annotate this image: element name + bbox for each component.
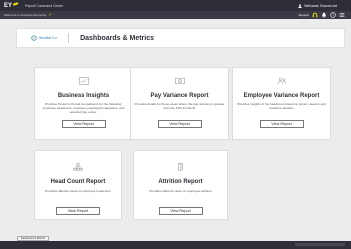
employee-variance-card: Employee Variance Report Provides insigh… xyxy=(232,67,331,140)
user-menu[interactable]: Welcome, Ecuvon cnt xyxy=(298,4,337,8)
user-icon xyxy=(298,3,302,8)
head-count-card: Head Count Report Provides different vie… xyxy=(34,150,122,220)
card-title: Employee Variance Report xyxy=(243,93,320,99)
card-title: Pay Variance Report xyxy=(150,93,209,99)
view-report-button[interactable]: View Report xyxy=(56,207,100,215)
card-description: Provides details for those areas where t… xyxy=(134,102,225,111)
exit-door-icon xyxy=(177,163,183,171)
business-insights-card: Business Insights Provides Period to Per… xyxy=(34,67,133,140)
view-report-button[interactable]: View Report xyxy=(259,120,304,128)
headset-icon[interactable] xyxy=(312,12,318,18)
card-description: Provides different views of employee hea… xyxy=(45,189,111,193)
card-description: Provides insights of the headcount based… xyxy=(237,102,326,111)
svg-text:?: ? xyxy=(332,13,334,17)
bell-icon[interactable] xyxy=(321,12,327,18)
app-title: Payroll Command Center xyxy=(25,3,64,8)
card-description: Provides Period to Period comparisons fo… xyxy=(42,102,125,115)
org-chart-icon xyxy=(73,163,83,171)
client-brand: Sundial Co. xyxy=(31,35,58,41)
status-tooltip: Dashboard & Metrics xyxy=(17,236,50,241)
card-title: Attrition Report xyxy=(158,179,203,185)
logo-text: EY xyxy=(4,2,13,9)
logo-accent xyxy=(12,1,19,6)
money-icon xyxy=(174,77,185,85)
brand-name: Sundial Co. xyxy=(39,36,58,40)
check-icon: ✓ xyxy=(48,12,53,17)
menu-icon[interactable] xyxy=(339,12,345,18)
top-bar: EY Payroll Command Center Welcome, Ecuvo… xyxy=(0,0,351,11)
view-report-button[interactable]: View Report xyxy=(61,120,106,128)
sub-title: Welcome to Analytics Reporting xyxy=(4,13,47,17)
card-description: Provides different views on employee att… xyxy=(149,189,212,193)
card-title: Business Insights xyxy=(57,93,110,99)
sub-bar: Welcome to Analytics Reporting ✓ Support… xyxy=(0,11,351,19)
ey-logo[interactable]: EY xyxy=(0,1,19,9)
header-divider xyxy=(67,33,69,43)
page-title: Dashboards & Metrics xyxy=(80,34,155,42)
user-name: Welcome, Ecuvon cnt xyxy=(304,3,337,8)
page-header: Sundial Co. Dashboards & Metrics xyxy=(16,28,345,48)
help-icon[interactable]: ? xyxy=(330,12,336,18)
attrition-card: Attrition Report Provides different view… xyxy=(133,150,228,220)
brand-logo-icon xyxy=(31,35,37,41)
pay-variance-card: Pay Variance Report Provides details for… xyxy=(130,67,229,140)
people-icon xyxy=(277,77,286,85)
view-report-button[interactable]: View Report xyxy=(158,207,203,215)
chart-icon xyxy=(78,77,89,85)
sub-bar-actions: Support ? xyxy=(298,12,345,18)
footer-status-bar xyxy=(295,243,345,246)
support-link[interactable]: Support xyxy=(298,13,309,17)
card-title: Head Count Report xyxy=(50,179,106,185)
view-report-button[interactable]: View Report xyxy=(157,120,202,128)
